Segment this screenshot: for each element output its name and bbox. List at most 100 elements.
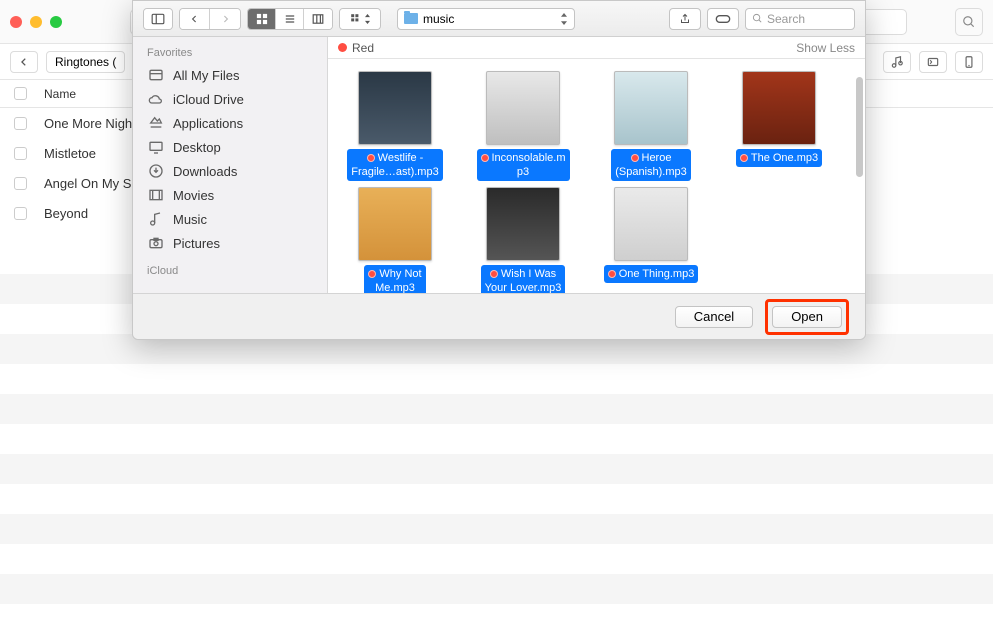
dialog-content: Red Show Less Westlife - Fragile…ast).mp… (328, 37, 865, 293)
share-button[interactable] (669, 8, 701, 30)
dialog-footer: Cancel Open (133, 293, 865, 339)
sidebar-item-icloud-drive[interactable]: iCloud Drive (133, 87, 327, 111)
bg-back-button[interactable] (10, 51, 38, 73)
dialog-search-field[interactable]: Search (745, 8, 855, 30)
tag-red-dot-icon (338, 43, 347, 52)
row-checkbox[interactable] (14, 147, 27, 160)
folder-icon (404, 13, 418, 24)
nav-back-button[interactable] (180, 9, 210, 29)
sidebar-item-label: Movies (173, 188, 214, 203)
path-label: music (423, 12, 454, 26)
file-item[interactable]: The One.mp3 (718, 71, 840, 181)
search-icon (752, 13, 763, 24)
row-checkbox[interactable] (14, 117, 27, 130)
file-label: Westlife - Fragile…ast).mp3 (347, 149, 442, 181)
bg-breadcrumb[interactable]: Ringtones ( (46, 51, 125, 73)
file-thumbnail (358, 187, 432, 261)
bg-music-icon-button[interactable] (883, 51, 911, 73)
sidebar-item-label: Music (173, 212, 207, 227)
sidebar-item-downloads[interactable]: Downloads (133, 159, 327, 183)
all-files-icon (147, 67, 165, 83)
nav-forward-button[interactable] (210, 9, 240, 29)
file-thumbnail (614, 187, 688, 261)
sidebar-item-label: iCloud Drive (173, 92, 244, 107)
music-icon (147, 211, 165, 227)
file-item[interactable]: Wish I Was Your Lover.mp3 (462, 187, 584, 293)
view-mode-segment (247, 8, 333, 30)
applications-icon (147, 115, 165, 131)
sidebar-item-label: All My Files (173, 68, 239, 83)
icon-view-button[interactable] (248, 9, 276, 29)
row-label: Mistletoe (44, 146, 96, 161)
column-name-header[interactable]: Name (44, 87, 76, 101)
row-label: Beyond (44, 206, 88, 221)
tags-button[interactable] (707, 8, 739, 30)
file-label: Why Not Me.mp3 (364, 265, 425, 293)
select-all-checkbox[interactable] (14, 87, 27, 100)
row-checkbox[interactable] (14, 177, 27, 190)
tag-dot-icon (740, 154, 748, 162)
group-by-dropdown[interactable] (339, 8, 381, 30)
show-less-link[interactable]: Show Less (796, 41, 855, 55)
window-traffic-lights (10, 16, 62, 28)
sidebar-item-label: Pictures (173, 236, 220, 251)
file-grid-scroll[interactable]: Westlife - Fragile…ast).mp3 Inconsolable… (328, 59, 865, 293)
file-label: Heroe (Spanish).mp3 (611, 149, 691, 181)
group-by-button[interactable] (340, 9, 380, 29)
file-thumbnail (614, 71, 688, 145)
file-label: The One.mp3 (736, 149, 822, 167)
minimize-window-icon[interactable] (30, 16, 42, 28)
bg-search-button[interactable] (955, 8, 983, 36)
column-view-button[interactable] (304, 9, 332, 29)
file-item[interactable]: One Thing.mp3 (590, 187, 712, 293)
sidebar-head-favorites: Favorites (133, 43, 327, 63)
file-item[interactable]: Why Not Me.mp3 (334, 187, 456, 293)
cloud-icon (147, 91, 165, 107)
cancel-button[interactable]: Cancel (675, 306, 753, 328)
sidebar-head-icloud: iCloud (133, 261, 327, 281)
sidebar-item-label: Downloads (173, 164, 237, 179)
file-thumbnail (358, 71, 432, 145)
search-placeholder: Search (767, 12, 805, 26)
bg-export-icon-button[interactable] (919, 51, 947, 73)
nav-back-forward (179, 8, 241, 30)
bg-phone-icon-button[interactable] (955, 51, 983, 73)
sidebar-item-movies[interactable]: Movies (133, 183, 327, 207)
tag-dot-icon (368, 270, 376, 278)
file-item[interactable]: Inconsolable.m p3 (462, 71, 584, 181)
list-view-button[interactable] (276, 9, 304, 29)
open-button[interactable]: Open (772, 306, 842, 328)
file-thumbnail (742, 71, 816, 145)
file-item[interactable]: Heroe (Spanish).mp3 (590, 71, 712, 181)
sidebar-item-desktop[interactable]: Desktop (133, 135, 327, 159)
file-item[interactable]: Westlife - Fragile…ast).mp3 (334, 71, 456, 181)
row-label: Angel On My S (44, 176, 131, 191)
file-label: Inconsolable.m p3 (477, 149, 570, 181)
desktop-icon (147, 139, 165, 155)
file-label: One Thing.mp3 (604, 265, 699, 283)
open-button-highlight: Open (765, 299, 849, 335)
movies-icon (147, 187, 165, 203)
close-window-icon[interactable] (10, 16, 22, 28)
sidebar-toggle[interactable] (143, 8, 173, 30)
tag-dot-icon (481, 154, 489, 162)
path-dropdown[interactable]: music (397, 8, 575, 30)
sidebar-item-label: Desktop (173, 140, 221, 155)
chevron-updown-icon (560, 13, 568, 25)
file-thumbnail (486, 187, 560, 261)
sidebar-item-all-my-files[interactable]: All My Files (133, 63, 327, 87)
scrollbar-thumb[interactable] (856, 77, 863, 177)
maximize-window-icon[interactable] (50, 16, 62, 28)
sidebar-item-pictures[interactable]: Pictures (133, 231, 327, 255)
sidebar-item-music[interactable]: Music (133, 207, 327, 231)
downloads-icon (147, 163, 165, 179)
file-grid: Westlife - Fragile…ast).mp3 Inconsolable… (334, 71, 859, 293)
dialog-toolbar: music Search (133, 1, 865, 37)
sidebar-item-applications[interactable]: Applications (133, 111, 327, 135)
tag-dot-icon (608, 270, 616, 278)
sidebar-toggle-button[interactable] (144, 9, 172, 29)
pictures-icon (147, 235, 165, 251)
file-thumbnail (486, 71, 560, 145)
tag-filter-bar: Red Show Less (328, 37, 865, 59)
row-checkbox[interactable] (14, 207, 27, 220)
